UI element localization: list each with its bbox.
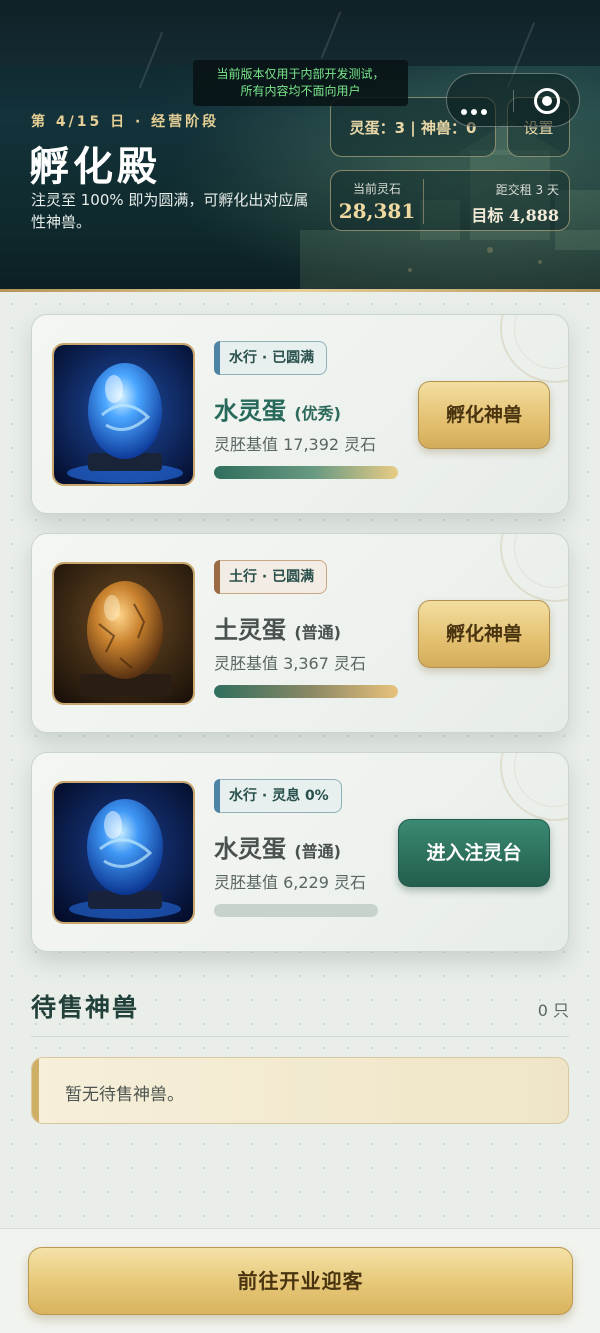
rent-label: 距交租 3 天 xyxy=(495,183,559,197)
current-stone: 当前灵石 28,381 xyxy=(331,171,423,232)
target-label: 目标 4,888 xyxy=(471,206,559,225)
element-tag: 土行 · 已圆满 xyxy=(214,560,328,594)
hero-description: 注灵至 100% 即为圆满，可孵化出对应属性神兽。 xyxy=(31,191,309,231)
enter-infusion-button[interactable]: 进入注灵台 xyxy=(398,819,550,887)
egg-name-text: 水灵蛋 xyxy=(214,396,286,425)
egg-value: 灵胚基值 3,367 灵石 xyxy=(214,654,366,673)
egg-grade: (普通) xyxy=(294,842,341,861)
earth-egg-image xyxy=(52,562,195,705)
element-tag: 水行 · 已圆满 xyxy=(214,341,328,375)
water-egg-image xyxy=(52,781,195,924)
stone-value: 28,381 xyxy=(338,199,416,223)
egg-name-text: 水灵蛋 xyxy=(214,834,286,863)
section-divider xyxy=(31,1036,569,1037)
progress-bar xyxy=(214,904,378,917)
egg-card: 土行 · 已圆满 土灵蛋 (普通) 灵胚基值 3,367 灵石 孵化神兽 xyxy=(31,533,569,733)
egg-card: 水行 · 灵息 0% 水灵蛋 (普通) 灵胚基值 6,229 灵石 进入注灵台 xyxy=(31,752,569,952)
egg-value: 灵胚基值 17,392 灵石 xyxy=(214,435,377,454)
open-shop-button[interactable]: 前往开业迎客 xyxy=(28,1247,573,1315)
miniprogram-capsule xyxy=(446,73,580,127)
hatch-button[interactable]: 孵化神兽 xyxy=(418,381,550,449)
dev-notice-line: 所有内容均不面向用户 xyxy=(240,84,361,98)
progress-bar xyxy=(214,466,398,479)
egg-name: 水灵蛋 (优秀) xyxy=(214,391,341,426)
water-egg-image xyxy=(52,343,195,486)
sale-count: 0 只 xyxy=(537,1001,569,1020)
dev-notice: 当前版本仅用于内部开发测试， 所有内容均不面向用户 xyxy=(193,60,408,106)
egg-card: 水行 · 已圆满 水灵蛋 (优秀) 灵胚基值 17,392 灵石 孵化神兽 xyxy=(31,314,569,514)
rent-info: 距交租 3 天 目标 4,888 xyxy=(471,171,559,232)
empty-sale-text: 暂无待售神兽。 xyxy=(65,1085,184,1105)
stone-divider xyxy=(423,179,424,224)
spirit-stone-panel: 当前灵石 28,381 距交租 3 天 目标 4,888 xyxy=(330,170,570,231)
egg-grade: (普通) xyxy=(294,623,341,642)
progress-bar xyxy=(214,685,398,698)
egg-name-text: 土灵蛋 xyxy=(214,615,286,644)
progress-fill xyxy=(214,466,398,479)
dev-notice-line: 当前版本仅用于内部开发测试， xyxy=(216,67,385,81)
capsule-divider xyxy=(513,90,514,112)
egg-grade: (优秀) xyxy=(294,404,341,423)
sale-section-title: 待售神兽 xyxy=(31,993,140,1022)
hatch-button[interactable]: 孵化神兽 xyxy=(418,600,550,668)
progress-fill xyxy=(214,685,398,698)
page-title: 孵化殿 xyxy=(29,143,161,190)
footer-bar: 前往开业迎客 xyxy=(0,1228,600,1333)
egg-name: 土灵蛋 (普通) xyxy=(214,610,341,645)
day-label: 第 4/15 日 · 经营阶段 xyxy=(31,114,220,130)
empty-sale-notice: 暂无待售神兽。 xyxy=(31,1057,569,1124)
element-tag: 水行 · 灵息 0% xyxy=(214,779,342,813)
close-target-icon[interactable] xyxy=(534,88,560,114)
stone-label: 当前灵石 xyxy=(352,182,401,196)
egg-name: 水灵蛋 (普通) xyxy=(214,829,341,864)
egg-value: 灵胚基值 6,229 灵石 xyxy=(214,873,366,892)
more-icon[interactable] xyxy=(461,100,491,119)
